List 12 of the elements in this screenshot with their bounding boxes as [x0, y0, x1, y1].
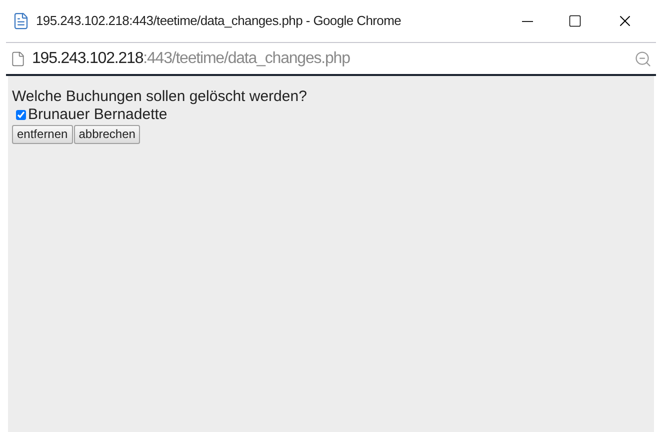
action-button[interactable]: abbrechen [74, 125, 140, 144]
action-button[interactable]: entfernen [12, 125, 73, 144]
booking-checkbox[interactable] [16, 110, 26, 120]
maximize-icon [568, 14, 582, 28]
booking-label: Brunauer Bernadette [28, 106, 168, 124]
page-icon [12, 12, 30, 30]
minimize-icon [522, 20, 532, 22]
window-title: 195.243.102.218:443/teetime/data_changes.php - Google Chrome [36, 12, 402, 30]
page-icon [10, 50, 26, 66]
address-field[interactable]: 195.243.102.218:443/teetime/data_changes.php [32, 46, 350, 70]
question-text: Welche Buchungen sollen gelöscht werden? [12, 88, 308, 106]
zoom-icon[interactable] [634, 50, 652, 68]
